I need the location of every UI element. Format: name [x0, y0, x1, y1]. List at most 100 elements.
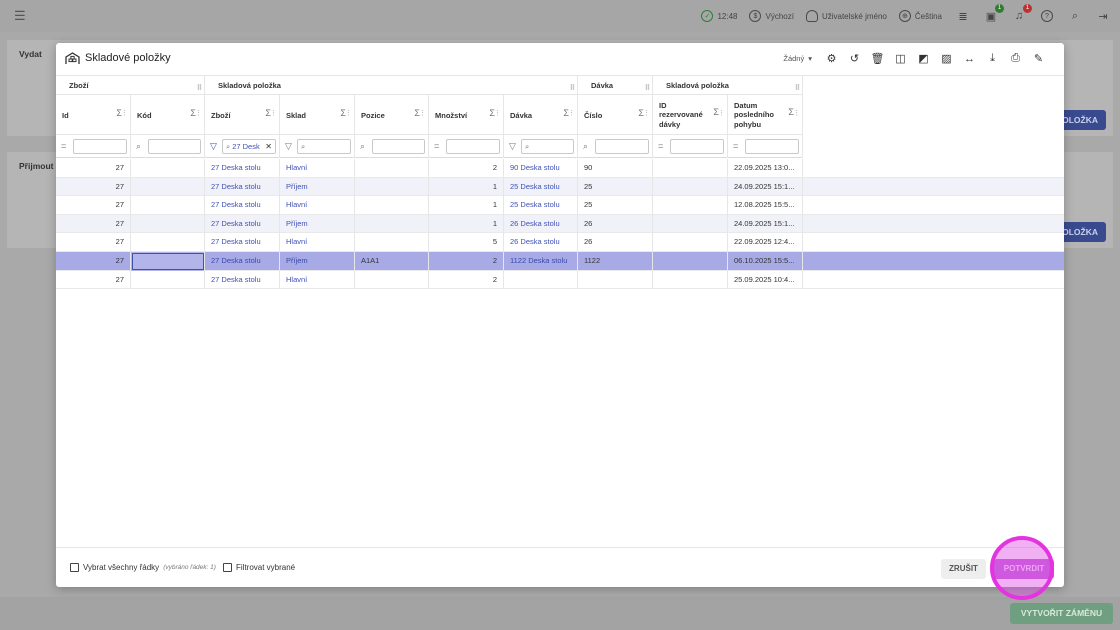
cancel-button[interactable]: ZRUŠIT — [941, 559, 986, 579]
equals-icon[interactable]: = — [61, 141, 66, 151]
table-row[interactable]: 27 27 Deska stolu Hlavní 2 90 Deska stol… — [56, 159, 1064, 178]
box-icon[interactable]: ▣ 1 — [984, 4, 1004, 23]
goods-link[interactable]: 27 Deska stolu — [211, 275, 261, 284]
user-menu[interactable]: Uživatelské jméno — [805, 10, 887, 22]
column-mnozstvi[interactable]: Množství Σ ⋮ — [429, 95, 504, 135]
print-icon[interactable]: ⎙ — [1004, 50, 1027, 67]
warehouse-link[interactable]: Hlavní — [286, 237, 307, 246]
column-datum-posledniho-pohybu[interactable]: Datum posledního pohybu Σ ⋮ — [728, 95, 803, 135]
bell-icon[interactable]: ♫ 1 — [1012, 4, 1032, 23]
currency-selector[interactable]: $ Výchozí — [749, 10, 794, 22]
column-id-rezervovane-davky[interactable]: ID rezervované dávky Σ ⋮ — [653, 95, 728, 135]
batch-link[interactable]: 90 Deska stolu — [510, 163, 560, 172]
filter-idrez-input[interactable] — [670, 139, 724, 154]
column-menu-icon[interactable]: ⋮ — [270, 109, 277, 117]
goods-link[interactable]: 27 Deska stolu — [211, 200, 261, 209]
column-menu-icon[interactable]: ⋮ — [419, 109, 426, 117]
goods-link[interactable]: 27 Deska stolu — [211, 219, 261, 228]
column-kod[interactable]: Kód Σ ⋮ — [131, 95, 205, 135]
goods-link[interactable]: 27 Deska stolu — [211, 163, 261, 172]
table-row[interactable]: 27 27 Deska stolu Příjem 1 26 Deska stol… — [56, 214, 1064, 234]
funnel-icon[interactable]: ▽ — [210, 141, 217, 151]
column-menu-icon[interactable]: ⋮ — [568, 109, 575, 117]
settings-icon[interactable]: ⚙ — [820, 50, 843, 67]
column-zbozi[interactable]: Zboží Σ ⋮ — [205, 95, 280, 135]
columns-icon[interactable]: ◫ — [889, 50, 912, 67]
table-row[interactable]: 27 27 Deska stolu Hlavní 2 25.09.2025 10… — [56, 270, 1064, 290]
filter-datum-input[interactable] — [745, 139, 799, 154]
select-all-checkbox[interactable]: Vybrat všechny řádky (vybráno řádek: 1) — [70, 563, 216, 572]
trash-icon[interactable]: 🗑 — [866, 50, 889, 67]
column-davka[interactable]: Dávka Σ ⋮ — [504, 95, 578, 135]
search-icon[interactable]: ⌕ — [1068, 9, 1082, 23]
column-menu-icon[interactable]: ⋮ — [718, 109, 725, 119]
help-icon[interactable]: ? — [1040, 9, 1054, 23]
equals-icon[interactable]: = — [658, 141, 663, 151]
warehouse-link[interactable]: Příjem — [286, 182, 308, 191]
batch-link[interactable]: 26 Deska stolu — [510, 219, 560, 228]
language-selector[interactable]: ⊕ Čeština — [898, 10, 942, 22]
clear-filter-icon[interactable]: ✕ — [265, 140, 272, 153]
table-row[interactable]: 27 27 Deska stolu Hlavní 1 25 Deska stol… — [56, 196, 1064, 215]
warehouse-link[interactable]: Hlavní — [286, 163, 307, 172]
warehouse-link[interactable]: Hlavní — [286, 200, 307, 209]
hamburger-menu-icon[interactable]: ☰ — [14, 9, 28, 23]
filter-cislo-input[interactable] — [595, 139, 649, 154]
edit-icon[interactable]: ✎ — [1027, 50, 1050, 67]
filter-zbozi-input[interactable]: ⌕ 27 Desk ✕ — [222, 139, 276, 154]
confirm-button[interactable]: POTVRDIT — [994, 559, 1054, 579]
search-icon[interactable]: ⌕ — [583, 141, 588, 151]
goods-link[interactable]: 27 Deska stolu — [211, 182, 261, 191]
fit-width-icon[interactable]: ↔ — [958, 50, 981, 67]
goods-link[interactable]: 27 Deska stolu — [211, 237, 261, 246]
warehouse-link[interactable]: Hlavní — [286, 275, 307, 284]
filter-selected-checkbox[interactable]: Filtrovat vybrané — [223, 563, 295, 572]
goods-link[interactable]: 27 Deska stolu — [211, 256, 261, 265]
warehouse-link[interactable]: Příjem — [286, 219, 308, 228]
funnel-icon[interactable]: ▽ — [509, 141, 516, 151]
cell-id: 27 — [56, 233, 131, 252]
image-icon[interactable]: ▨ — [935, 50, 958, 67]
column-menu-icon[interactable]: ⋮ — [494, 109, 501, 117]
cell-davka: 1122 Deska stolu — [504, 252, 578, 271]
filter-mnozstvi-input[interactable] — [446, 139, 500, 154]
group-zbozi-label: Zboží — [69, 81, 89, 90]
warehouse-link[interactable]: Příjem — [286, 256, 308, 265]
filter-sklad-input[interactable]: ⌕ — [297, 139, 351, 154]
table-row[interactable]: 27 27 Deska stolu Hlavní 5 26 Deska stol… — [56, 233, 1064, 252]
column-menu-icon[interactable]: ⋮ — [793, 109, 800, 119]
undo-icon[interactable]: ↺ — [843, 50, 866, 67]
logout-icon[interactable]: ⇥ — [1096, 9, 1110, 23]
equals-icon[interactable]: = — [434, 141, 439, 151]
batch-link[interactable]: 26 Deska stolu — [510, 237, 560, 246]
table-row-selected[interactable]: 27 27 Deska stolu Příjem A1A1 2 1122 Des… — [56, 252, 1064, 271]
search-icon[interactable]: ⌕ — [136, 141, 141, 151]
column-pozice[interactable]: Pozice Σ ⋮ — [355, 95, 429, 135]
view-select[interactable]: Žádný ▾ — [783, 54, 812, 63]
layout-icon[interactable]: ◩ — [912, 50, 935, 67]
batch-link[interactable]: 25 Deska stolu — [510, 182, 560, 191]
column-menu-icon[interactable]: ⋮ — [195, 109, 202, 117]
status-time[interactable]: ✓ 12:48 — [701, 10, 737, 22]
batch-link[interactable]: 25 Deska stolu — [510, 200, 560, 209]
funnel-icon[interactable]: ▽ — [285, 141, 292, 151]
column-menu-icon[interactable]: ⋮ — [345, 109, 352, 117]
column-id[interactable]: Id Σ ⋮ — [56, 95, 131, 135]
cell-kod-focused[interactable] — [131, 252, 205, 271]
equals-icon[interactable]: = — [733, 141, 738, 151]
column-menu-icon[interactable]: ⋮ — [121, 109, 128, 117]
download-icon[interactable]: ⤓ — [981, 50, 1004, 67]
filter-davka-input[interactable]: ⌕ — [521, 139, 574, 154]
search-icon[interactable]: ⌕ — [360, 141, 365, 151]
filter-kod-input[interactable] — [148, 139, 201, 154]
create-exchange-button[interactable]: VYTVOŘIT ZÁMĚNU — [1010, 603, 1113, 624]
group-davka-label: Dávka — [591, 81, 614, 90]
server-icon[interactable]: ≣ — [956, 9, 970, 23]
table-row[interactable]: 27 27 Deska stolu Příjem 1 25 Deska stol… — [56, 177, 1064, 197]
column-menu-icon[interactable]: ⋮ — [643, 109, 650, 117]
batch-link[interactable]: 1122 Deska stolu — [510, 256, 567, 265]
filter-pozice-input[interactable] — [372, 139, 425, 154]
column-cislo[interactable]: Číslo Σ ⋮ — [578, 95, 653, 135]
filter-id-input[interactable] — [73, 139, 127, 154]
column-sklad[interactable]: Sklad Σ ⋮ — [280, 95, 355, 135]
